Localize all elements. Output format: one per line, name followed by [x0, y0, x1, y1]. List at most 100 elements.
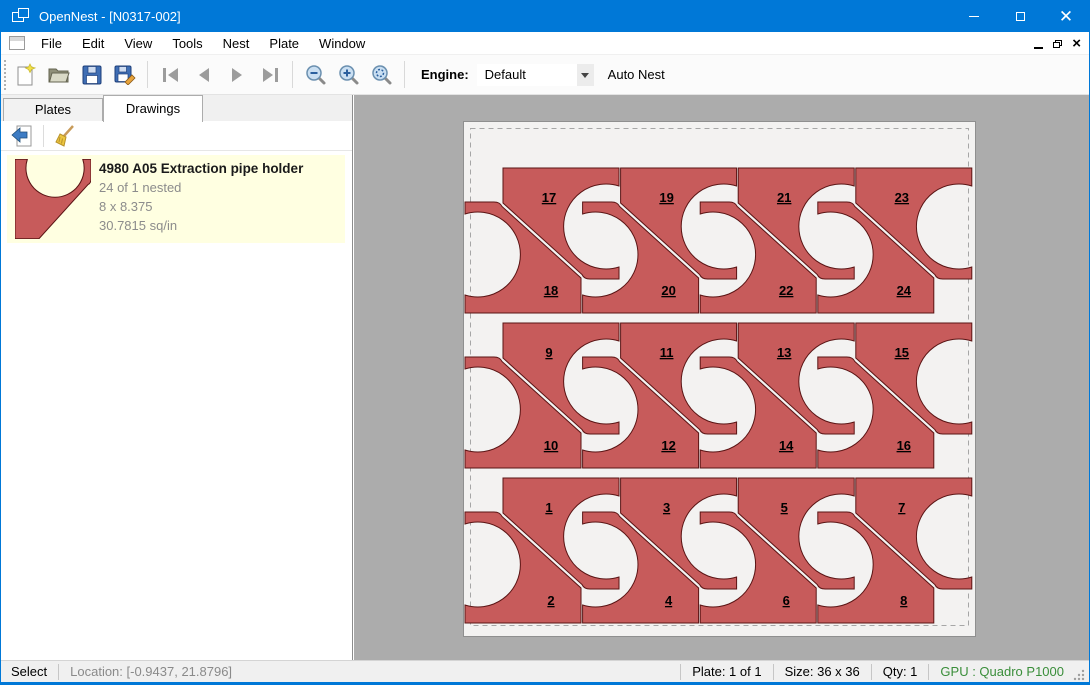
- part-number-3: 3: [663, 500, 670, 515]
- part-number-7: 7: [898, 500, 905, 515]
- status-bar: Select Location: [-0.9437, 21.8796] Plat…: [1, 660, 1089, 682]
- child-restore-button[interactable]: [1053, 40, 1062, 48]
- engine-combo-dropdown-button[interactable]: [577, 64, 594, 86]
- window-title: OpenNest - [N0317-002]: [39, 9, 181, 24]
- part-number-23: 23: [895, 190, 909, 205]
- status-size: Size: 36 x 36: [785, 664, 860, 679]
- part-number-13: 13: [777, 345, 791, 360]
- chevron-down-icon: [581, 73, 589, 82]
- status-separator: [871, 664, 872, 680]
- new-document-button[interactable]: [10, 59, 41, 90]
- menu-tools[interactable]: Tools: [162, 32, 212, 55]
- zoom-fit-button[interactable]: [366, 59, 397, 90]
- child-minimize-button[interactable]: [1034, 47, 1043, 49]
- part-number-14: 14: [779, 438, 794, 453]
- drawing-nested-count: 24 of 1 nested: [99, 180, 303, 195]
- minimize-button[interactable]: [951, 0, 997, 32]
- close-button[interactable]: ✕: [1043, 0, 1089, 32]
- drawing-size: 8 x 8.375: [99, 199, 303, 214]
- save-as-button[interactable]: [109, 59, 140, 90]
- sidebar-tabstrip: Plates Drawings: [1, 95, 352, 121]
- go-first-icon: [161, 67, 181, 83]
- close-icon: ✕: [1059, 8, 1073, 25]
- go-previous-button[interactable]: [188, 59, 219, 90]
- open-folder-icon: [48, 65, 70, 85]
- broom-icon: [54, 125, 76, 147]
- status-separator: [58, 664, 59, 680]
- document-window-icon[interactable]: [9, 36, 25, 50]
- go-last-button[interactable]: [254, 59, 285, 90]
- go-last-icon: [260, 67, 280, 83]
- part-number-11: 11: [660, 345, 674, 360]
- import-drawing-button[interactable]: [7, 123, 37, 149]
- menu-bar: File Edit View Tools Nest Plate Window ×: [1, 32, 1089, 55]
- status-qty: Qty: 1: [883, 664, 918, 679]
- zoom-out-button[interactable]: [300, 59, 331, 90]
- part-number-19: 19: [659, 190, 673, 205]
- drawing-list-item[interactable]: 4980 A05 Extraction pipe holder 24 of 1 …: [7, 155, 345, 243]
- menu-edit[interactable]: Edit: [72, 32, 114, 55]
- sidebar-toolbar: [1, 121, 352, 151]
- zoom-out-icon: [305, 64, 327, 86]
- go-previous-icon: [195, 67, 213, 83]
- save-button[interactable]: [76, 59, 107, 90]
- engine-label: Engine:: [421, 67, 469, 82]
- minimize-icon: [969, 16, 979, 17]
- part-number-4: 4: [665, 593, 673, 608]
- part-number-16: 16: [897, 438, 911, 453]
- zoom-fit-icon: [371, 64, 393, 86]
- title-bar[interactable]: OpenNest - [N0317-002] ✕: [1, 0, 1089, 32]
- app-icon: [12, 8, 30, 24]
- toolbar-separator: [404, 61, 405, 88]
- part-number-20: 20: [661, 283, 675, 298]
- engine-combobox[interactable]: Default: [477, 64, 577, 86]
- status-separator: [773, 664, 774, 680]
- menu-nest[interactable]: Nest: [213, 32, 260, 55]
- save-icon: [82, 65, 102, 85]
- status-location: Location: [-0.9437, 21.8796]: [70, 664, 232, 679]
- go-first-button[interactable]: [155, 59, 186, 90]
- part-number-10: 10: [544, 438, 558, 453]
- maximize-button[interactable]: [997, 0, 1043, 32]
- part-number-24: 24: [897, 283, 912, 298]
- tab-drawings[interactable]: Drawings: [103, 95, 203, 122]
- part-number-21: 21: [777, 190, 791, 205]
- part-number-17: 17: [542, 190, 556, 205]
- part-number-12: 12: [661, 438, 675, 453]
- import-drawing-icon: [10, 125, 34, 147]
- part-number-15: 15: [895, 345, 909, 360]
- drawing-thumbnail: [7, 155, 99, 243]
- zoom-in-button[interactable]: [333, 59, 364, 90]
- new-document-icon: [15, 63, 37, 87]
- nest-svg: 171819202122232491011121314151612345678: [463, 121, 976, 637]
- auto-nest-button[interactable]: Auto Nest: [608, 67, 665, 82]
- resize-grip[interactable]: [1072, 668, 1086, 682]
- drawing-title: 4980 A05 Extraction pipe holder: [99, 161, 303, 176]
- part-number-22: 22: [779, 283, 793, 298]
- sidebar-panel: Plates Drawings: [1, 95, 353, 660]
- part-shape-thumbnail: [15, 159, 91, 239]
- status-plate: Plate: 1 of 1: [692, 664, 761, 679]
- part-number-5: 5: [781, 500, 788, 515]
- part-number-8: 8: [900, 593, 907, 608]
- go-next-button[interactable]: [221, 59, 252, 90]
- status-gpu: GPU : Quadro P1000: [940, 664, 1064, 679]
- part-number-2: 2: [547, 593, 554, 608]
- clean-button[interactable]: [50, 123, 80, 149]
- menu-window[interactable]: Window: [309, 32, 375, 55]
- status-separator: [928, 664, 929, 680]
- menu-file[interactable]: File: [31, 32, 72, 55]
- nest-canvas[interactable]: 171819202122232491011121314151612345678: [354, 95, 1089, 660]
- tab-plates[interactable]: Plates: [3, 98, 103, 121]
- app-window: OpenNest - [N0317-002] ✕ File Edit View …: [0, 0, 1090, 685]
- menu-plate[interactable]: Plate: [259, 32, 309, 55]
- zoom-in-icon: [338, 64, 360, 86]
- part-number-6: 6: [783, 593, 790, 608]
- toolbar-grip[interactable]: [4, 60, 9, 90]
- status-mode: Select: [11, 664, 47, 679]
- open-button[interactable]: [43, 59, 74, 90]
- maximize-icon: [1016, 12, 1025, 21]
- main-toolbar: Engine: Default Auto Nest: [1, 55, 1089, 95]
- child-close-button[interactable]: ×: [1072, 36, 1081, 51]
- menu-view[interactable]: View: [114, 32, 162, 55]
